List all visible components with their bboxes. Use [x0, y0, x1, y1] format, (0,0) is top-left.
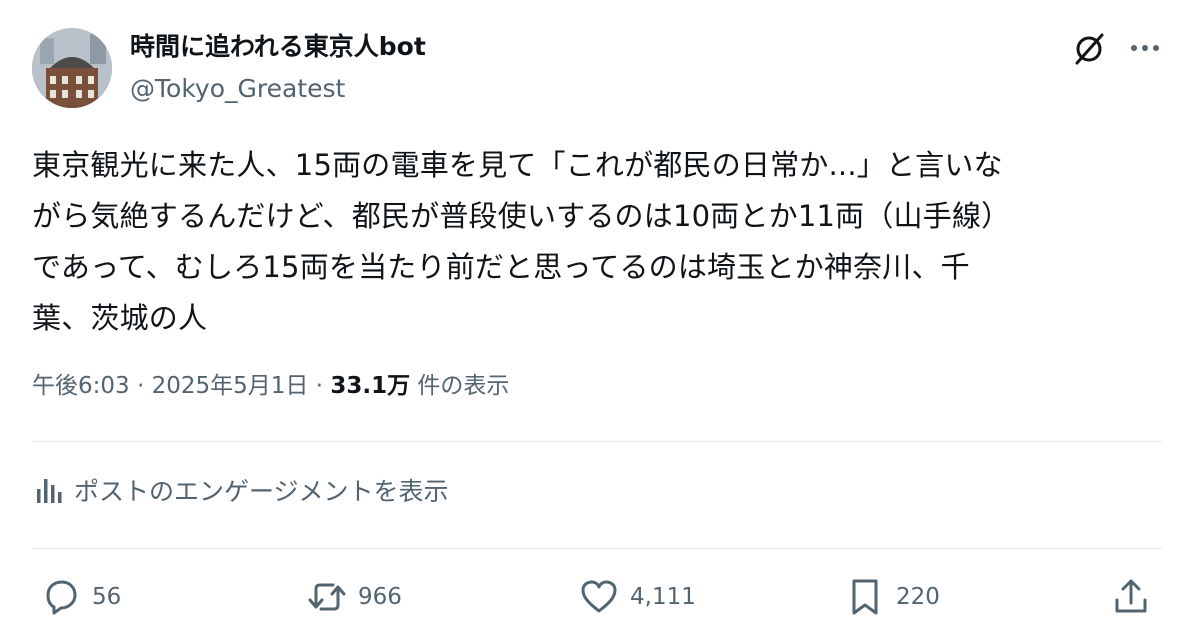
bar-chart-icon: [37, 479, 62, 503]
bookmark-count: 220: [896, 584, 940, 610]
post-time[interactable]: 午後6:03: [32, 373, 130, 399]
view-count-label: 件の表示: [410, 373, 510, 399]
heart-icon: [581, 580, 617, 613]
repost-count: 966: [358, 584, 402, 610]
post-date[interactable]: 2025年5月1日: [152, 373, 309, 399]
grok-icon[interactable]: [1070, 30, 1108, 68]
tweet-text-line: がら気絶するんだけど、都民が普段使いするのは10両とか11両（山手線）: [32, 199, 1011, 233]
meta-separator: ·: [308, 373, 331, 399]
view-engagement-label: ポストのエンゲージメントを表示: [74, 477, 449, 506]
tweet-text-line: 葉、茨城の人: [32, 301, 208, 335]
user-handle[interactable]: @Tokyo_Greatest: [130, 72, 345, 106]
meta-separator: ·: [129, 373, 152, 399]
reply-icon: [46, 580, 77, 615]
divider: [32, 548, 1162, 549]
view-engagement-link[interactable]: ポストのエンゲージメントを表示: [32, 472, 449, 508]
reply-count: 56: [92, 584, 122, 610]
display-name[interactable]: 時間に追われる東京人bot: [130, 30, 426, 64]
tweet-meta: 午後6:03 · 2025年5月1日 · 33.1万 件の表示: [32, 366, 509, 406]
repost-button[interactable]: 966: [306, 576, 402, 618]
tweet-text: 東京観光に来た人、15両の電車を見て「これが都民の日常か...」と言いな がら気…: [32, 140, 1167, 344]
bookmark-button[interactable]: 220: [844, 576, 940, 618]
divider: [32, 441, 1162, 442]
avatar[interactable]: [32, 28, 112, 108]
more-icon[interactable]: [1125, 30, 1165, 66]
repost-icon: [308, 583, 346, 611]
like-button[interactable]: 4,111: [578, 576, 696, 618]
tweet-text-line: であって、むしろ15両を当たり前だと思ってるのは埼玉とか神奈川、千: [32, 250, 970, 284]
like-count: 4,111: [630, 584, 696, 610]
tweet-text-line: 東京観光に来た人、15両の電車を見て「これが都民の日常か...」と言いな: [32, 148, 1003, 182]
avatar-image: [32, 28, 112, 108]
bookmark-icon: [852, 579, 878, 615]
reply-button[interactable]: 56: [40, 576, 121, 618]
share-icon[interactable]: [1110, 576, 1152, 618]
view-count: 33.1万: [330, 373, 411, 399]
